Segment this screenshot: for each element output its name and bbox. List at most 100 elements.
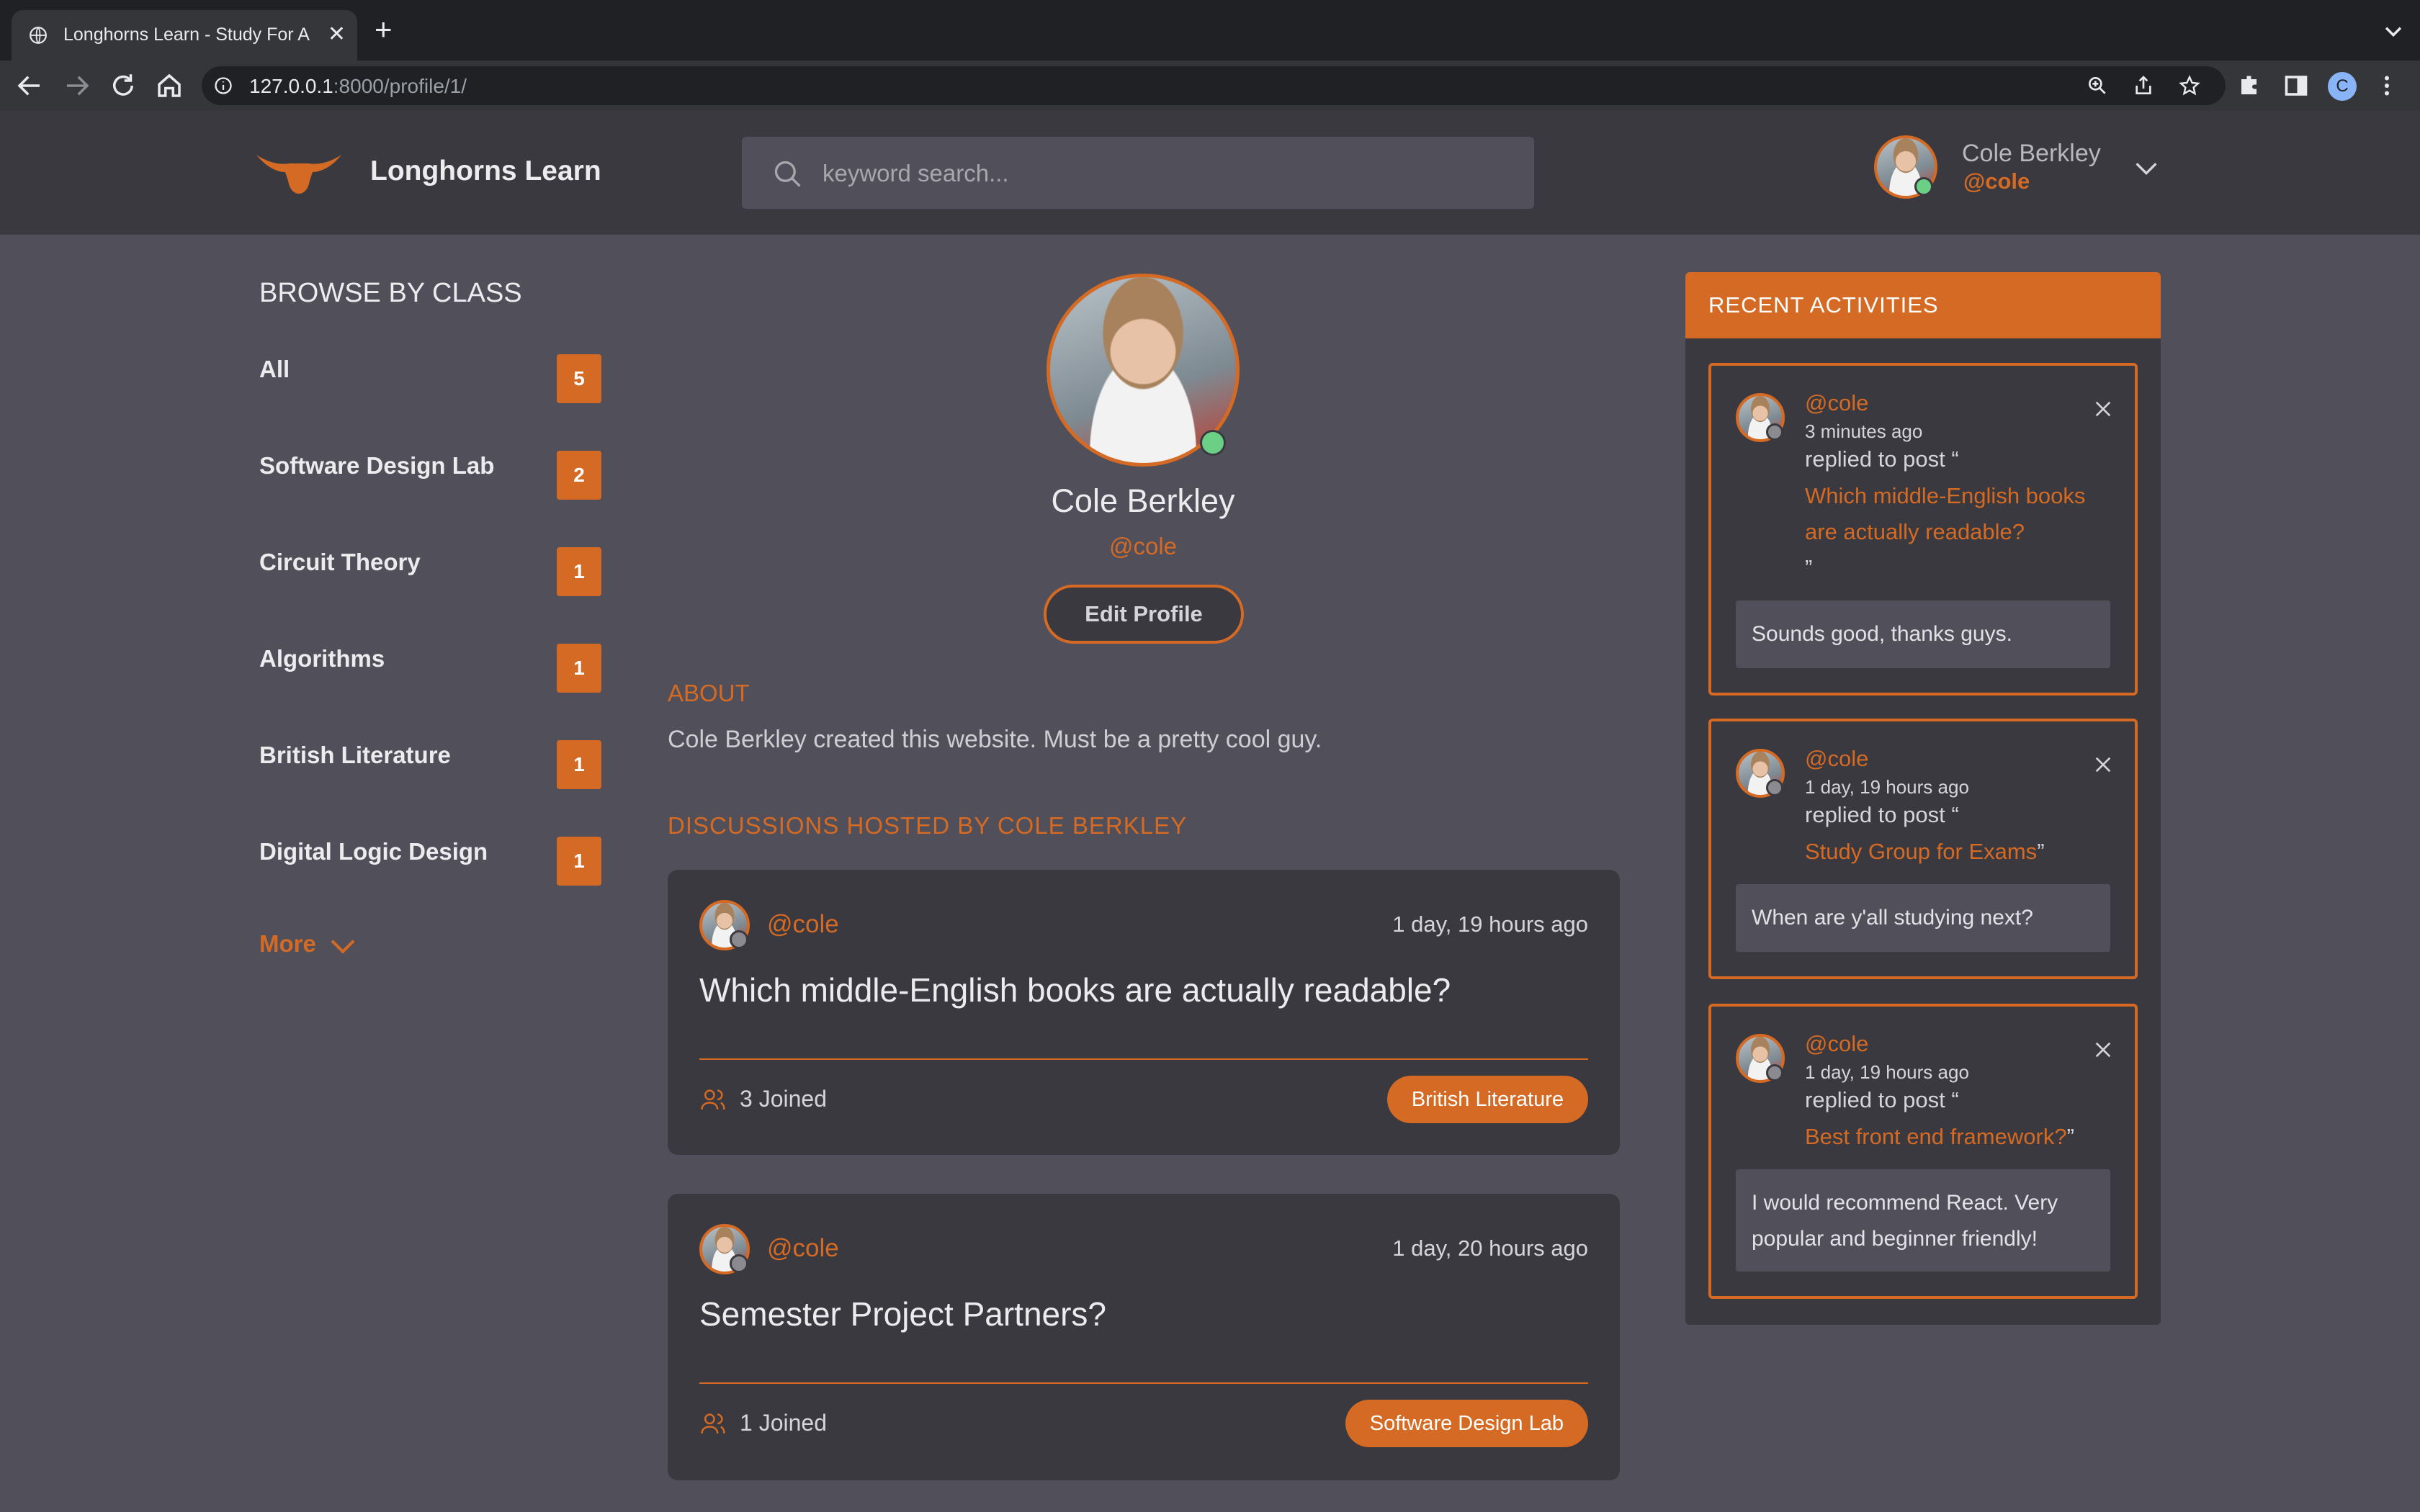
activity-message: Sounds good, thanks guys. xyxy=(1736,600,2110,668)
online-status-dot xyxy=(1200,430,1226,456)
new-tab-icon[interactable]: + xyxy=(375,14,393,45)
activity-post-link[interactable]: Study Group for Exams” xyxy=(1805,834,2115,870)
room-host-handle[interactable]: @cole xyxy=(767,1234,839,1263)
home-icon[interactable] xyxy=(154,71,184,101)
joined-count: 3 Joined xyxy=(740,1086,827,1112)
activity-post-link[interactable]: Which middle-English books are actually … xyxy=(1805,478,2115,586)
profile-avatar xyxy=(1047,274,1240,467)
status-dot xyxy=(1766,423,1783,441)
edit-profile-button[interactable]: Edit Profile xyxy=(1044,585,1244,644)
activity-action: replied to post “ xyxy=(1805,446,1959,472)
activity-action: replied to post “ xyxy=(1805,802,1959,827)
globe-icon xyxy=(30,27,47,44)
search-box[interactable] xyxy=(742,137,1534,209)
extensions-icon[interactable] xyxy=(2237,73,2263,99)
topic-name: Software Design Lab xyxy=(259,452,495,479)
topic-item-circuit-theory[interactable]: Circuit Theory 1 xyxy=(259,543,601,596)
zoom-icon[interactable] xyxy=(2086,74,2109,97)
profile-name: Cole Berkley xyxy=(1051,482,1235,519)
more-topics-link[interactable]: More xyxy=(259,930,355,958)
topic-item-all[interactable]: All 5 xyxy=(259,350,601,403)
people-icon xyxy=(701,1413,725,1434)
activity-handle[interactable]: @cole xyxy=(1805,746,1868,772)
room-time: 1 day, 20 hours ago xyxy=(1392,1236,1588,1261)
topic-count-badge: 5 xyxy=(557,354,601,403)
activity-message: I would recommend React. Very popular an… xyxy=(1736,1169,2110,1272)
divider xyxy=(699,1058,1588,1060)
browser-profile-avatar[interactable]: C xyxy=(2328,72,2357,101)
activity-time: 1 day, 19 hours ago xyxy=(1805,776,1969,798)
browser-toolbar: 127.0.0.1:8000/profile/1/ C xyxy=(0,60,2420,111)
site-header: Longhorns Learn Cole Berkley @cole xyxy=(0,111,2420,235)
header-user-name[interactable]: Cole Berkley xyxy=(1962,140,2101,168)
topic-item-software-design-lab[interactable]: Software Design Lab 2 xyxy=(259,446,601,500)
side-panel-icon[interactable] xyxy=(2283,73,2309,99)
about-heading: ABOUT xyxy=(668,680,750,706)
topic-count-badge: 1 xyxy=(557,740,601,789)
topic-count-badge: 1 xyxy=(557,837,601,886)
activity-item: @cole 1 day, 19 hours ago replied to pos… xyxy=(1708,719,2138,979)
chevron-down-icon[interactable] xyxy=(2132,154,2161,183)
status-dot xyxy=(730,930,748,949)
room-card[interactable]: @cole 1 day, 19 hours ago Which middle-E… xyxy=(668,870,1620,1155)
search-icon xyxy=(774,161,801,187)
site-info-icon[interactable] xyxy=(213,76,233,96)
brand-name[interactable]: Longhorns Learn xyxy=(370,156,601,187)
room-host-avatar[interactable] xyxy=(699,1224,750,1274)
longhorn-logo-icon[interactable] xyxy=(256,150,341,195)
topic-item-digital-logic-design[interactable]: Digital Logic Design 1 xyxy=(259,832,601,886)
topic-count-badge: 1 xyxy=(557,644,601,693)
activity-item: @cole 3 minutes ago replied to post “ Wh… xyxy=(1708,363,2138,696)
header-user-avatar[interactable] xyxy=(1874,135,1937,199)
activity-post-link[interactable]: Best front end framework?” xyxy=(1805,1119,2115,1155)
joined-count: 1 Joined xyxy=(740,1410,827,1436)
room-topic-tag[interactable]: British Literature xyxy=(1386,1076,1588,1123)
close-icon[interactable] xyxy=(2092,1038,2115,1061)
activity-avatar[interactable] xyxy=(1736,749,1785,798)
close-icon[interactable] xyxy=(2092,753,2115,776)
back-icon[interactable] xyxy=(14,71,45,101)
room-card[interactable]: @cole 1 day, 20 hours ago Semester Proje… xyxy=(668,1194,1620,1480)
activity-avatar[interactable] xyxy=(1736,1034,1785,1083)
recent-activities-panel: RECENT ACTIVITIES @cole 3 minutes ago re… xyxy=(1685,272,2161,1325)
topic-item-algorithms[interactable]: Algorithms 1 xyxy=(259,639,601,693)
forward-icon[interactable] xyxy=(62,71,92,101)
online-status-dot xyxy=(1914,177,1933,196)
tab-close-icon[interactable]: ✕ xyxy=(328,22,346,47)
room-time: 1 day, 19 hours ago xyxy=(1392,912,1588,937)
activity-message: When are y'all studying next? xyxy=(1736,884,2110,952)
browser-tab[interactable]: Longhorns Learn - Study For A ✕ xyxy=(12,10,357,60)
reload-icon[interactable] xyxy=(108,71,138,101)
activity-handle[interactable]: @cole xyxy=(1805,390,1868,416)
activity-handle[interactable]: @cole xyxy=(1805,1031,1868,1057)
room-title[interactable]: Semester Project Partners? xyxy=(699,1295,1106,1333)
room-topic-tag[interactable]: Software Design Lab xyxy=(1345,1400,1588,1447)
close-icon[interactable] xyxy=(2092,397,2115,420)
divider xyxy=(699,1382,1588,1384)
chevron-down-icon xyxy=(331,940,355,954)
activity-avatar[interactable] xyxy=(1736,393,1785,442)
room-title[interactable]: Which middle-English books are actually … xyxy=(699,971,1451,1009)
bookmark-star-icon[interactable] xyxy=(2178,74,2201,97)
about-text: Cole Berkley created this website. Must … xyxy=(668,726,1322,753)
address-bar[interactable]: 127.0.0.1:8000/profile/1/ xyxy=(202,66,2226,105)
people-icon xyxy=(701,1089,725,1110)
status-dot xyxy=(1766,779,1783,796)
room-host-avatar[interactable] xyxy=(699,900,750,950)
topic-name: British Literature xyxy=(259,742,451,768)
status-dot xyxy=(730,1254,748,1273)
header-user-handle[interactable]: @cole xyxy=(1963,168,2030,194)
profile-handle: @cole xyxy=(1108,533,1178,559)
tab-search-chevron-icon[interactable] xyxy=(2381,19,2406,43)
activity-time: 3 minutes ago xyxy=(1805,420,1923,442)
discussions-heading: DISCUSSIONS HOSTED BY COLE BERKLEY xyxy=(668,812,1188,839)
url-text: 127.0.0.1:8000/profile/1/ xyxy=(249,75,467,97)
recent-activities-title: RECENT ACTIVITIES xyxy=(1708,292,1939,318)
room-host-handle[interactable]: @cole xyxy=(767,910,839,939)
topic-item-british-literature[interactable]: British Literature 1 xyxy=(259,736,601,789)
browser-tab-strip: Longhorns Learn - Study For A ✕ + xyxy=(0,0,2420,60)
browser-menu-icon[interactable] xyxy=(2374,73,2400,99)
share-icon[interactable] xyxy=(2132,74,2155,97)
browser-tab-title: Longhorns Learn - Study For A xyxy=(63,24,310,45)
search-input[interactable] xyxy=(821,154,1472,193)
